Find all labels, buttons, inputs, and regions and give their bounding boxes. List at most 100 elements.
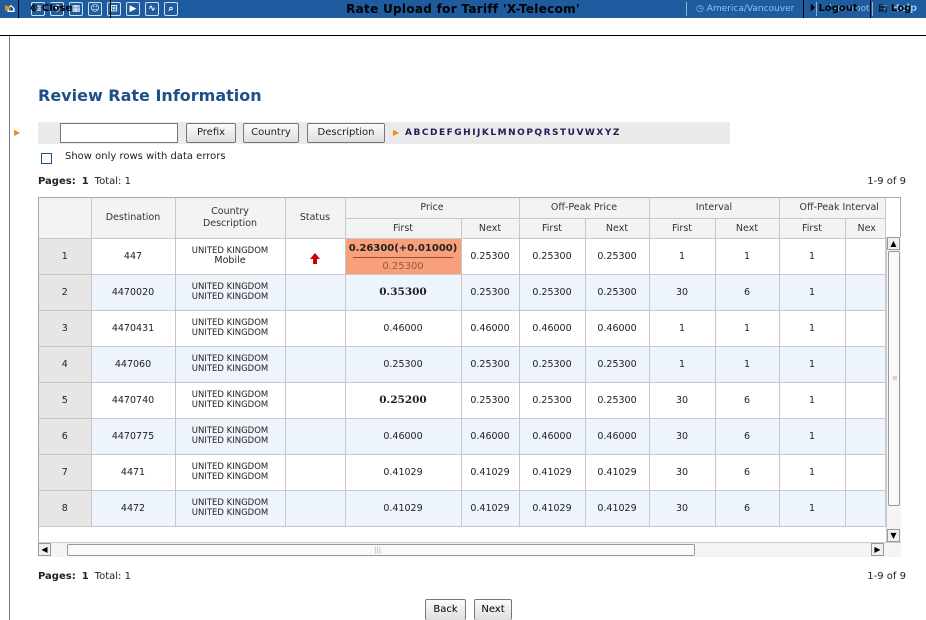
- log-icon: ▤: [878, 3, 891, 14]
- letter-filter-link[interactable]: W: [585, 124, 595, 142]
- timezone-link[interactable]: ◷ America/Vancouver: [696, 0, 794, 18]
- prefix-button[interactable]: Prefix: [186, 123, 236, 143]
- letter-filter-link[interactable]: M: [498, 124, 507, 142]
- table-row[interactable]: 8 4472 UNITED KINGDOM UNITED KINGDOM 0.41029…: [39, 490, 886, 527]
- current-page-link[interactable]: 1: [82, 571, 89, 582]
- country-description-header[interactable]: Country Description: [175, 198, 286, 239]
- errors-only-checkbox[interactable]: [41, 153, 52, 164]
- letter-filter-link[interactable]: F: [447, 124, 453, 142]
- filter-input[interactable]: [60, 123, 178, 143]
- offpeak-price-first-header[interactable]: First: [519, 218, 586, 239]
- interval-next-header[interactable]: Next: [715, 218, 780, 239]
- letter-filter-link[interactable]: B: [413, 124, 420, 142]
- offpeak-price-next-header[interactable]: Next: [585, 218, 650, 239]
- old-price: 0.25300: [382, 260, 424, 272]
- offpeak-interval-next-header[interactable]: Nex: [845, 218, 886, 239]
- price-next-header[interactable]: Next: [461, 218, 520, 239]
- offpeak-interval-first-header[interactable]: First: [779, 218, 846, 239]
- status-header[interactable]: Status: [285, 198, 346, 239]
- toolbar-divider: [803, 0, 804, 18]
- back-button[interactable]: Back: [425, 599, 466, 620]
- letter-filter-link[interactable]: X: [596, 124, 603, 142]
- current-page-link[interactable]: 1: [82, 176, 89, 187]
- status-cell: [285, 274, 346, 311]
- pagination-bottom: Pages: 1 Total: 1: [38, 571, 131, 582]
- country-cell: UNITED KINGDOM Mobile: [175, 238, 286, 275]
- interval-next-cell: 1: [715, 310, 780, 347]
- table-row[interactable]: 4 447060 UNITED KINGDOM UNITED KINGDOM 0.253…: [39, 346, 886, 383]
- country-cell: UNITED KINGDOM UNITED KINGDOM: [175, 310, 286, 347]
- letter-filter-link[interactable]: O: [517, 124, 525, 142]
- destination-cell: 4470020: [91, 274, 176, 311]
- letter-filter-link[interactable]: Z: [613, 124, 620, 142]
- letter-filter-link[interactable]: G: [454, 124, 461, 142]
- letter-filter-link[interactable]: Y: [605, 124, 612, 142]
- letter-filter-link[interactable]: T: [560, 124, 566, 142]
- filter-arrow-icon: ▶: [14, 128, 21, 137]
- destination-header[interactable]: Destination: [91, 198, 176, 239]
- price-first-cell: 0.46000: [345, 418, 462, 455]
- logout-button[interactable]: ⏵ Logout: [810, 0, 858, 18]
- letter-filter-link[interactable]: A: [405, 124, 412, 142]
- price-first-cell: 0.41029: [345, 454, 462, 491]
- price-first-cell: 0.46000: [345, 310, 462, 347]
- table-row[interactable]: 2 4470020 UNITED KINGDOM UNITED KINGDOM 0.35…: [39, 274, 886, 311]
- scroll-up-button[interactable]: ▲: [887, 237, 900, 250]
- table-row[interactable]: 7 4471 UNITED KINGDOM UNITED KINGDOM 0.41029…: [39, 454, 886, 491]
- price-next-cell: 0.41029: [461, 454, 520, 491]
- next-button[interactable]: Next: [474, 599, 512, 620]
- price-first-header[interactable]: First: [345, 218, 462, 239]
- horizontal-scroll-thumb[interactable]: |||: [67, 544, 695, 556]
- vertical-scroll-thumb[interactable]: ≡: [888, 251, 900, 506]
- letter-filter-link[interactable]: D: [430, 124, 437, 142]
- letter-filter-link[interactable]: P: [526, 124, 533, 142]
- horizontal-scrollbar[interactable]: ◀ ||| ▶: [38, 542, 901, 557]
- letter-filter-link[interactable]: J: [477, 124, 480, 142]
- interval-first-header[interactable]: First: [649, 218, 716, 239]
- table-row[interactable]: 5 4470740 UNITED KINGDOM UNITED KINGDOM 0.25…: [39, 382, 886, 419]
- offpeak-price-next-cell: 0.25300: [585, 274, 650, 311]
- scroll-down-button[interactable]: ▼: [887, 529, 900, 542]
- letter-filter-link[interactable]: Q: [534, 124, 542, 142]
- country-cell: UNITED KINGDOM UNITED KINGDOM: [175, 454, 286, 491]
- letter-filter-link[interactable]: U: [568, 124, 575, 142]
- letter-filter-link[interactable]: V: [576, 124, 583, 142]
- letter-filter-link[interactable]: R: [544, 124, 551, 142]
- letter-filter-link[interactable]: E: [439, 124, 445, 142]
- country-cell: UNITED KINGDOM UNITED KINGDOM: [175, 490, 286, 527]
- offpeak-interval-next-cell: [845, 454, 886, 491]
- offpeak-price-next-cell: 0.41029: [585, 454, 650, 491]
- letter-filter-link[interactable]: I: [472, 124, 475, 142]
- row-index: 3: [39, 310, 92, 347]
- offpeak-interval-next-cell: [845, 310, 886, 347]
- scroll-left-button[interactable]: ◀: [38, 543, 51, 556]
- description-text: UNITED KINGDOM: [191, 328, 269, 338]
- pages-label: Pages:: [38, 176, 76, 187]
- log-button[interactable]: ▤ Log: [878, 0, 911, 18]
- destination-cell: 447060: [91, 346, 176, 383]
- table-row[interactable]: 3 4470431 UNITED KINGDOM UNITED KINGDOM 0.46…: [39, 310, 886, 347]
- letter-filter-link[interactable]: N: [508, 124, 516, 142]
- country-name: UNITED KINGDOM: [191, 426, 269, 436]
- destination-cell: 4472: [91, 490, 176, 527]
- letter-filter-link[interactable]: C: [422, 124, 429, 142]
- description-button[interactable]: Description: [307, 123, 385, 143]
- table-row[interactable]: 6 4470775 UNITED KINGDOM UNITED KINGDOM 0.46…: [39, 418, 886, 455]
- interval-next-cell: 6: [715, 490, 780, 527]
- letter-filter-link[interactable]: S: [552, 124, 558, 142]
- offpeak-price-next-cell: 0.25300: [585, 238, 650, 275]
- offpeak-price-next-cell: 0.25300: [585, 346, 650, 383]
- letter-filter-link[interactable]: K: [482, 124, 489, 142]
- letter-filter-link[interactable]: L: [490, 124, 496, 142]
- letter-filter-link[interactable]: H: [463, 124, 471, 142]
- vertical-scrollbar[interactable]: ▲ ≡ ▼: [886, 237, 901, 542]
- toolbar-arrow-icon: ▶: [5, 3, 12, 12]
- row-index: 4: [39, 346, 92, 383]
- close-button[interactable]: ⊗ Close: [30, 0, 72, 18]
- table-row[interactable]: 1 447 UNITED KINGDOM Mobile 0.26300(+0.01000…: [39, 238, 886, 275]
- country-button[interactable]: Country: [243, 123, 299, 143]
- range-text-top: 1-9 of 9: [867, 176, 906, 187]
- timezone-label: America/Vancouver: [706, 4, 795, 14]
- scroll-right-button[interactable]: ▶: [871, 543, 884, 556]
- price-first-cell: 0.35300: [345, 274, 462, 311]
